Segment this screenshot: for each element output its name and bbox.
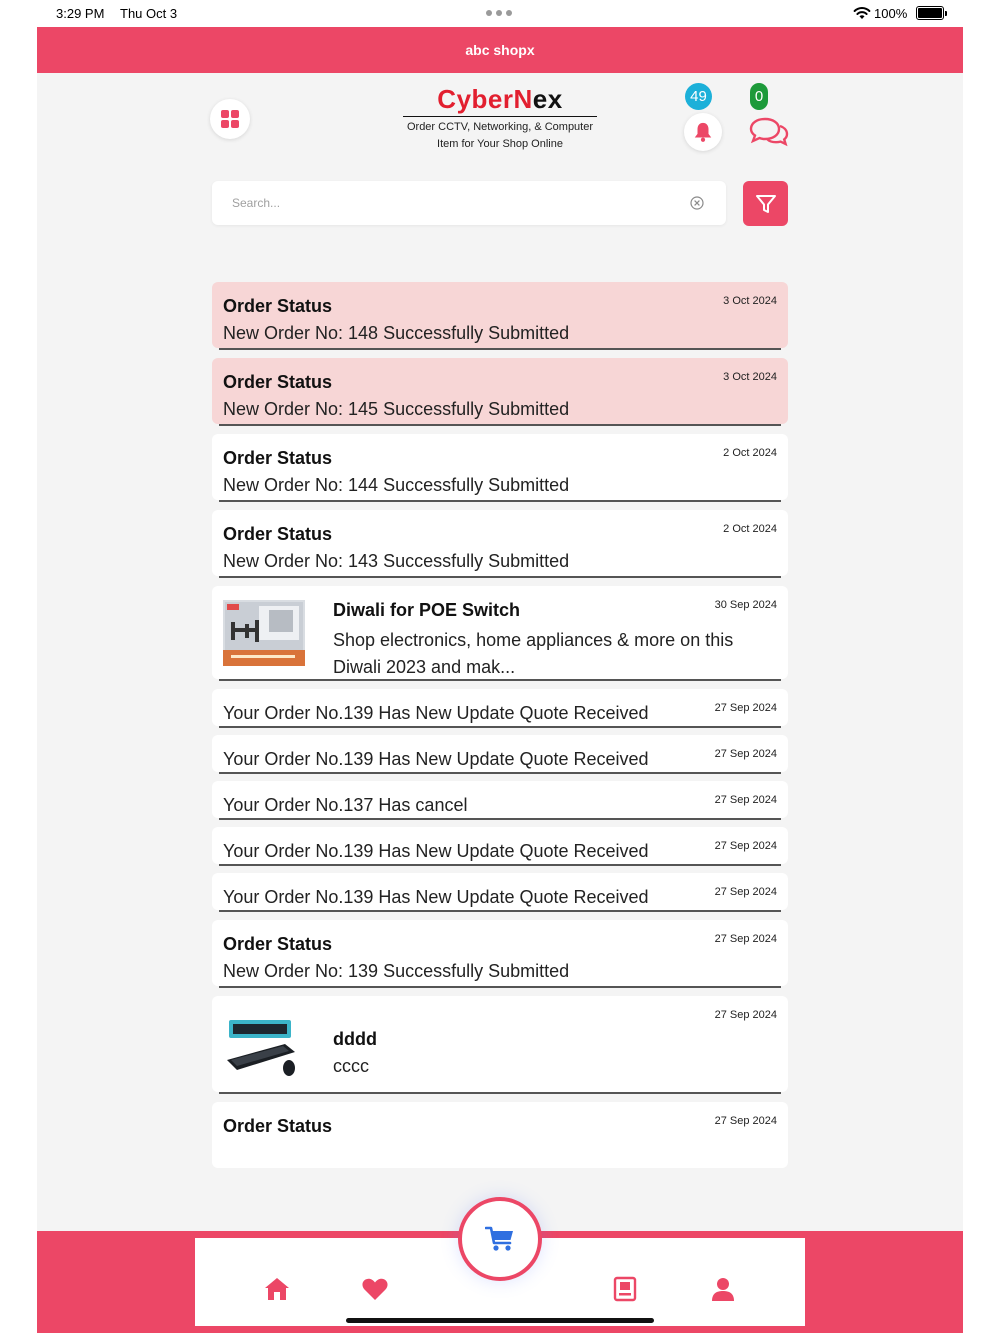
notification-list: Order Status New Order No: 148 Successfu… [212, 282, 788, 1168]
grid-menu-icon [221, 110, 239, 128]
app-window: abc shopx CyberNex Order CCTV, Networkin… [37, 27, 963, 1333]
clear-search-icon[interactable] [690, 196, 704, 210]
notification-title: Diwali for POE Switch [333, 600, 521, 620]
notification-body: Your Order No.139 Has New Update Quote R… [223, 887, 649, 907]
orders-icon [613, 1276, 637, 1302]
notification-date: 27 Sep 2024 [714, 794, 777, 806]
message-count-badge: 0 [750, 83, 768, 110]
nav-profile[interactable] [709, 1276, 737, 1302]
notification-date: 3 Oct 2024 [723, 295, 777, 307]
notification-body: cccc [333, 1056, 369, 1076]
notification-date: 27 Sep 2024 [714, 702, 777, 714]
battery-icon [916, 6, 947, 20]
notification-title: dddd [333, 1029, 377, 1049]
chat-bubbles-icon [749, 117, 789, 147]
notification-title: Order Status [223, 1116, 333, 1136]
notifications-button[interactable]: 49 [684, 83, 724, 151]
notification-item[interactable]: Your Order No.139 Has New Update Quote R… [212, 689, 788, 726]
notification-item[interactable]: Order Status New Order No: 145 Successfu… [212, 358, 788, 424]
menu-button[interactable] [210, 99, 250, 139]
notification-title: Order Status [223, 372, 333, 392]
cart-button[interactable] [458, 1197, 542, 1281]
app-title: abc shopx [465, 42, 535, 58]
notification-body: Your Order No.139 Has New Update Quote R… [223, 749, 649, 769]
heart-icon [362, 1278, 388, 1300]
notification-item[interactable]: Order Status New Order No: 139 Successfu… [212, 920, 788, 986]
home-indicator [346, 1318, 654, 1323]
status-date: Thu Oct 3 [120, 6, 178, 21]
multitasking-dots-icon[interactable] [486, 10, 512, 16]
tv-wall-mount-thumbnail [223, 600, 305, 666]
notification-item[interactable]: Order Status New Order No: 143 Successfu… [212, 510, 788, 576]
notification-body: Your Order No.139 Has New Update Quote R… [223, 703, 649, 723]
battery-percent: 100% [874, 6, 908, 21]
notification-date: 30 Sep 2024 [714, 599, 777, 611]
wifi-icon [853, 7, 871, 19]
bell-icon [694, 122, 712, 142]
notification-body: Shop electronics, home appliances & more… [333, 630, 734, 677]
nav-favorites[interactable] [361, 1276, 389, 1302]
nav-home[interactable] [263, 1276, 291, 1302]
notification-date: 27 Sep 2024 [714, 748, 777, 760]
notification-item[interactable]: Your Order No.139 Has New Update Quote R… [212, 873, 788, 910]
notification-title: Order Status [223, 296, 333, 316]
notification-date: 27 Sep 2024 [714, 933, 777, 945]
notification-title: Order Status [223, 934, 333, 954]
logo-tagline-2: Item for Your Shop Online [437, 138, 563, 150]
notification-item[interactable]: Your Order No.137 Has cancel 27 Sep 2024 [212, 781, 788, 818]
search-input[interactable] [232, 181, 672, 225]
notification-body: New Order No: 143 Successfully Submitted [223, 551, 570, 571]
notification-item[interactable]: Your Order No.139 Has New Update Quote R… [212, 827, 788, 864]
status-time: 3:29 PM [56, 6, 105, 21]
notification-body: New Order No: 144 Successfully Submitted [223, 475, 570, 495]
keyboard-mouse-thumbnail [227, 1020, 295, 1076]
notification-item[interactable]: Your Order No.139 Has New Update Quote R… [212, 735, 788, 772]
notification-date: 2 Oct 2024 [723, 523, 777, 535]
nav-orders[interactable] [611, 1276, 639, 1302]
profile-icon [712, 1278, 734, 1301]
brand-logo: CyberNex Order CCTV, Networking, & Compu… [403, 83, 597, 153]
notification-title: Order Status [223, 448, 333, 468]
notification-date: 27 Sep 2024 [714, 1009, 777, 1021]
notification-title: Order Status [223, 524, 333, 544]
search-bar [212, 181, 726, 225]
filter-button[interactable] [743, 181, 788, 226]
promo-notification-item[interactable]: dddd cccc 27 Sep 2024 [212, 996, 788, 1092]
promo-notification-item[interactable]: Diwali for POE Switch Shop electronics, … [212, 586, 788, 679]
notification-body: Your Order No.139 Has New Update Quote R… [223, 841, 649, 861]
header: CyberNex Order CCTV, Networking, & Compu… [37, 73, 963, 173]
notification-count-badge: 49 [685, 83, 712, 110]
notification-date: 27 Sep 2024 [714, 886, 777, 898]
cart-icon [485, 1226, 513, 1251]
notification-body: New Order No: 139 Successfully Submitted [223, 961, 570, 981]
notification-date: 2 Oct 2024 [723, 447, 777, 459]
filter-icon [755, 194, 776, 213]
app-title-bar: abc shopx [37, 27, 963, 73]
home-icon [265, 1278, 289, 1300]
notification-item[interactable]: Order Status New Order No: 144 Successfu… [212, 434, 788, 500]
notification-body: Your Order No.137 Has cancel [223, 795, 468, 815]
notification-body: New Order No: 148 Successfully Submitted [223, 323, 570, 343]
notification-date: 27 Sep 2024 [714, 840, 777, 852]
notification-date: 3 Oct 2024 [723, 371, 777, 383]
notification-item[interactable]: Order Status New Order No: 148 Successfu… [212, 282, 788, 348]
notification-date: 27 Sep 2024 [714, 1115, 777, 1127]
notification-item[interactable]: Order Status 27 Sep 2024 [212, 1102, 788, 1168]
logo-tagline-1: Order CCTV, Networking, & Computer [406, 121, 594, 133]
status-bar: 3:29 PM Thu Oct 3 100% [0, 0, 1000, 27]
messages-button[interactable]: 0 [749, 83, 793, 147]
notification-body: New Order No: 145 Successfully Submitted [223, 399, 570, 419]
